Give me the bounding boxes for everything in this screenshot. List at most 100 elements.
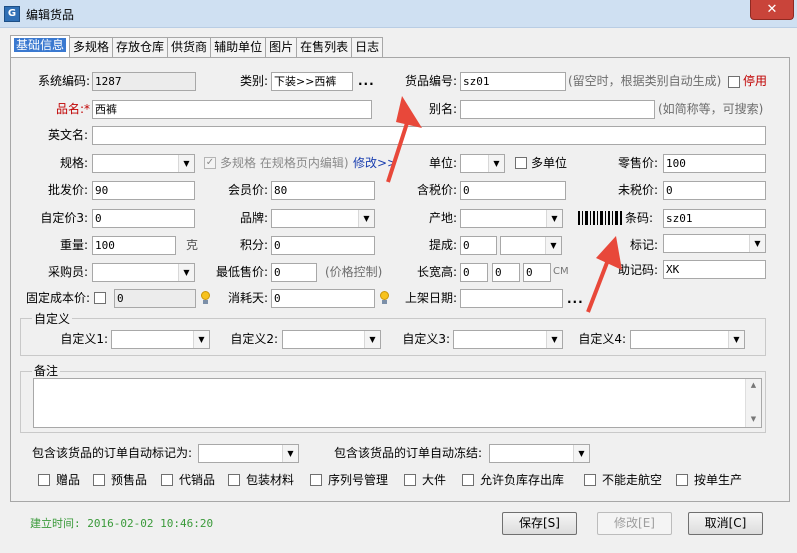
member-price-field[interactable]: 80	[271, 181, 375, 200]
consume-days-label: 消耗天:	[227, 291, 268, 305]
custom3-select[interactable]: ▼	[453, 330, 563, 349]
alias-hint: (如简称等，可搜索)	[658, 102, 764, 116]
listing-date-label: 上架日期:	[404, 291, 457, 305]
commission-field[interactable]: 0	[460, 236, 497, 255]
spec-label: 规格:	[59, 156, 88, 170]
mark-select[interactable]: ▼	[663, 234, 766, 253]
tab-aux-unit[interactable]: 辅助单位	[210, 37, 267, 57]
window-title: 编辑货品	[26, 8, 75, 22]
no-air-label: 不能走航空	[602, 473, 663, 487]
member-price-label: 会员价:	[227, 183, 268, 197]
fixed-cost-label: 固定成本价:	[25, 291, 90, 305]
spec-select[interactable]: ▼	[92, 154, 195, 173]
barcode-icon	[578, 211, 622, 225]
serial-management-checkbox[interactable]	[310, 474, 322, 486]
disabled-checkbox[interactable]	[728, 76, 740, 88]
points-field[interactable]: 0	[271, 236, 375, 255]
tab-log[interactable]: 日志	[351, 37, 384, 57]
english-name-label: 英文名:	[47, 128, 88, 142]
tab-multi-spec[interactable]: 多规格	[69, 37, 114, 57]
fixed-cost-field: 0	[114, 289, 196, 308]
chevron-down-icon: ▼	[364, 331, 380, 348]
chevron-down-icon: ▼	[178, 264, 194, 281]
tab-on-sale-list[interactable]: 在售列表	[296, 37, 353, 57]
points-label: 积分:	[239, 238, 268, 252]
make-to-order-checkbox[interactable]	[676, 474, 688, 486]
tab-warehouse[interactable]: 存放仓库	[112, 37, 169, 57]
wholesale-price-label: 批发价:	[47, 183, 88, 197]
name-label: 品名:	[55, 102, 84, 116]
alias-field[interactable]	[460, 100, 655, 119]
gift-label: 赠品	[56, 473, 81, 487]
multi-spec-checkbox: ✓	[204, 157, 216, 169]
multi-spec-label: 多规格 在规格页内编辑)	[220, 156, 349, 170]
retail-price-field[interactable]: 100	[663, 154, 766, 173]
no-air-checkbox[interactable]	[584, 474, 596, 486]
cancel-button[interactable]: 取消[C]	[688, 512, 763, 535]
system-code-label: 系统编码:	[37, 74, 90, 88]
chevron-down-icon: ▼	[728, 331, 744, 348]
weight-field[interactable]: 100	[92, 236, 176, 255]
buyer-select[interactable]: ▼	[92, 263, 195, 282]
category-label: 类别:	[239, 74, 268, 88]
origin-label: 产地:	[428, 211, 457, 225]
custom2-label: 自定义2:	[230, 332, 278, 346]
consignment-checkbox[interactable]	[161, 474, 173, 486]
auto-freeze-label: 包含该货品的订单自动冻结:	[334, 446, 483, 460]
length-field[interactable]: 0	[460, 263, 488, 282]
presale-checkbox[interactable]	[93, 474, 105, 486]
auto-mark-label: 包含该货品的订单自动标记为:	[32, 446, 193, 460]
commission-type-select[interactable]: ▼	[500, 236, 562, 255]
gift-checkbox[interactable]	[38, 474, 50, 486]
fixed-cost-checkbox[interactable]	[94, 292, 106, 304]
system-code-field: 1287	[92, 72, 196, 91]
custom-price3-field[interactable]: 0	[92, 209, 195, 228]
mnemonic-field[interactable]: XK	[663, 260, 766, 279]
consume-days-field[interactable]: 0	[271, 289, 375, 308]
name-field[interactable]: 西裤	[92, 100, 372, 119]
custom2-select[interactable]: ▼	[282, 330, 381, 349]
unit-select[interactable]: ▼	[460, 154, 505, 173]
barcode-field[interactable]: sz01	[663, 209, 766, 228]
negative-stock-checkbox[interactable]	[462, 474, 474, 486]
retail-price-label: 零售价:	[617, 156, 658, 170]
barcode-label: 条码:	[625, 211, 654, 225]
bulky-checkbox[interactable]	[404, 474, 416, 486]
goods-code-field[interactable]: sz01	[460, 72, 566, 91]
tab-image[interactable]: 图片	[265, 37, 298, 57]
width-field[interactable]: 0	[492, 263, 520, 282]
pre-tax-price-label: 未税价:	[617, 183, 658, 197]
custom4-select[interactable]: ▼	[630, 330, 745, 349]
origin-select[interactable]: ▼	[460, 209, 563, 228]
remarks-textarea[interactable]	[33, 378, 762, 428]
save-button[interactable]: 保存[S]	[502, 512, 577, 535]
auto-freeze-select[interactable]: ▼	[489, 444, 590, 463]
brand-select[interactable]: ▼	[271, 209, 375, 228]
packaging-checkbox[interactable]	[228, 474, 240, 486]
chevron-down-icon: ▼	[193, 331, 209, 348]
close-button[interactable]: ✕	[750, 0, 794, 20]
chevron-down-icon: ▼	[358, 210, 374, 227]
packaging-label: 包装材料	[246, 473, 295, 487]
category-browse-button[interactable]: ...	[358, 72, 375, 90]
pre-tax-price-field[interactable]: 0	[663, 181, 766, 200]
remarks-scrollbar[interactable]: ▲ ▼	[745, 379, 761, 427]
dimensions-unit: CM	[553, 266, 569, 277]
custom1-select[interactable]: ▼	[111, 330, 210, 349]
custom4-label: 自定义4:	[578, 332, 626, 346]
tab-supplier[interactable]: 供货商	[167, 37, 212, 57]
wholesale-price-field[interactable]: 90	[92, 181, 195, 200]
tax-price-field[interactable]: 0	[460, 181, 566, 200]
chevron-down-icon: ▼	[488, 155, 504, 172]
consignment-label: 代销品	[179, 473, 216, 487]
chevron-down-icon: ▼	[178, 155, 194, 172]
tab-basic-info[interactable]: 基础信息	[10, 35, 71, 57]
negative-stock-label: 允许负库存出库	[480, 473, 565, 487]
lightbulb-icon[interactable]	[379, 291, 389, 305]
listing-date-field[interactable]	[460, 289, 563, 308]
min-price-field[interactable]: 0	[271, 263, 317, 282]
auto-mark-select[interactable]: ▼	[198, 444, 299, 463]
multi-unit-checkbox[interactable]	[515, 157, 527, 169]
height-field[interactable]: 0	[523, 263, 551, 282]
category-field[interactable]: 下装>>西裤	[271, 72, 353, 91]
